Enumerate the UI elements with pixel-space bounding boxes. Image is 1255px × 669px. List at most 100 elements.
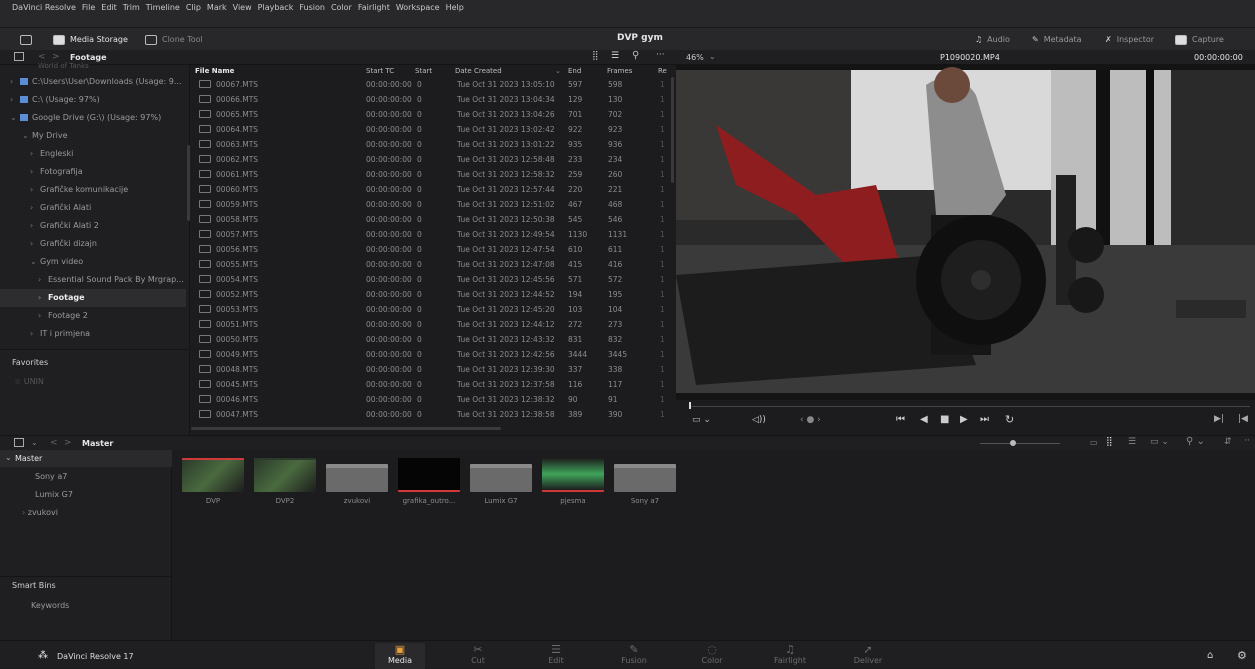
tree-item[interactable]: › Essential Sound Pack By Mrgrap...	[0, 271, 186, 289]
play-reverse-icon[interactable]: ◀	[920, 414, 928, 425]
table-row[interactable]: 00045.MTS 00:00:00:00 0 Tue Oct 31 2023 12:…	[191, 377, 675, 392]
table-row[interactable]: 00050.MTS 00:00:00:00 0 Tue Oct 31 2023 12:…	[191, 332, 675, 347]
menu-item-color[interactable]: Color	[331, 3, 352, 12]
bin-sony-a7[interactable]: Sony a7	[35, 472, 67, 481]
table-row[interactable]: 00059.MTS 00:00:00:00 0 Tue Oct 31 2023 12:…	[191, 197, 675, 212]
stop-icon[interactable]: ■	[940, 414, 949, 425]
bin-zvukovi[interactable]: › zvukovi	[22, 508, 58, 517]
jog-icon[interactable]: ‹ ● ›	[800, 415, 821, 425]
list-view-icon[interactable]: ☰	[611, 51, 619, 61]
scrubber-bar[interactable]	[690, 406, 1250, 407]
metadata-button[interactable]: ✎ Metadata	[1032, 32, 1082, 47]
page-tab-fusion[interactable]: ✎ Fusion	[609, 643, 659, 669]
go-to-start-icon[interactable]: ⏮	[896, 414, 905, 425]
play-icon[interactable]: ▶	[960, 414, 968, 425]
chevron-right-icon[interactable]: ›	[38, 307, 48, 325]
table-row[interactable]: 00049.MTS 00:00:00:00 0 Tue Oct 31 2023 12:…	[191, 347, 675, 362]
playhead[interactable]	[689, 402, 691, 409]
menu-item-fusion[interactable]: Fusion	[299, 3, 325, 12]
menu-item-trim[interactable]: Trim	[123, 3, 140, 12]
tree-item[interactable]: › Engleski	[0, 145, 186, 163]
list-view-icon[interactable]: ☰	[1128, 437, 1136, 447]
table-row[interactable]: 00048.MTS 00:00:00:00 0 Tue Oct 31 2023 12:…	[191, 362, 675, 377]
tree-item[interactable]: › Footage	[0, 289, 186, 307]
search-icon[interactable]: ⚲	[632, 50, 639, 61]
home-icon[interactable]: ⌂	[1207, 650, 1213, 661]
chevron-right-icon[interactable]: ›	[30, 325, 40, 343]
table-row[interactable]: 00047.MTS 00:00:00:00 0 Tue Oct 31 2023 12:…	[191, 407, 675, 422]
audio-button[interactable]: ♫ Audio	[975, 32, 1010, 47]
favorite-item[interactable]: ☆ UNIN	[14, 377, 44, 386]
col-date-created[interactable]: Date Created	[455, 67, 502, 75]
table-row[interactable]: 00052.MTS 00:00:00:00 0 Tue Oct 31 2023 12:…	[191, 287, 675, 302]
menu-item-view[interactable]: View	[233, 3, 252, 12]
col-file-name[interactable]: File Name	[195, 67, 234, 75]
table-row[interactable]: 00056.MTS 00:00:00:00 0 Tue Oct 31 2023 12:…	[191, 242, 675, 257]
layout-toggle-button[interactable]	[20, 32, 37, 47]
tree-scrollbar[interactable]	[187, 145, 190, 221]
menu-item-edit[interactable]: Edit	[101, 3, 117, 12]
page-tab-deliver[interactable]: ➚ Deliver	[843, 643, 893, 669]
slider-handle[interactable]	[1010, 440, 1016, 446]
source-viewer[interactable]	[676, 65, 1255, 400]
pool-clip[interactable]: DVP2	[254, 458, 316, 505]
menu-item-clip[interactable]: Clip	[186, 3, 201, 12]
thumbnail-size-slider[interactable]	[980, 443, 1060, 444]
tree-item[interactable]: › C:\Users\User\Downloads (Usage: 9...	[0, 73, 186, 91]
table-row[interactable]: 00067.MTS 00:00:00:00 0 Tue Oct 31 2023 13:…	[191, 77, 675, 92]
table-row[interactable]: 00064.MTS 00:00:00:00 0 Tue Oct 31 2023 13:…	[191, 122, 675, 137]
chevron-down-icon[interactable]: ⌄	[709, 52, 716, 61]
grid-view-icon[interactable]: ⣿	[592, 51, 599, 61]
media-storage-button[interactable]: Media Storage	[53, 32, 128, 47]
chevron-right-icon[interactable]: ›	[10, 73, 20, 91]
chevron-down-icon[interactable]: ⌄	[22, 127, 32, 145]
chevron-right-icon[interactable]: ›	[30, 163, 40, 181]
chevron-right-icon[interactable]: ›	[10, 91, 20, 109]
chevron-right-icon[interactable]: ›	[38, 271, 48, 289]
table-row[interactable]: 00054.MTS 00:00:00:00 0 Tue Oct 31 2023 12:…	[191, 272, 675, 287]
thumbnail-view-icon[interactable]: ⣿	[1106, 437, 1113, 447]
pool-clip[interactable]: zvukovi	[326, 458, 388, 505]
page-tab-media[interactable]: ▣ Media	[375, 643, 425, 669]
chevron-down-icon[interactable]: ⌄	[30, 253, 40, 271]
tree-item[interactable]: › IT i primjena	[0, 325, 186, 343]
sidebar-toggle-icon[interactable]	[14, 52, 24, 61]
settings-gear-icon[interactable]: ⚙	[1237, 649, 1247, 662]
pool-more-icon[interactable]: ··	[1244, 436, 1250, 446]
page-tab-cut[interactable]: ✂ Cut	[453, 643, 503, 669]
table-row[interactable]: 00055.MTS 00:00:00:00 0 Tue Oct 31 2023 12:…	[191, 257, 675, 272]
menu-item-workspace[interactable]: Workspace	[396, 3, 440, 12]
page-tab-edit[interactable]: ☰ Edit	[531, 643, 581, 669]
chevron-right-icon[interactable]: ›	[30, 145, 40, 163]
filmstrip-view-icon[interactable]: ▭ ⌄	[1150, 437, 1169, 447]
menu-item-file[interactable]: File	[82, 3, 95, 12]
sort-icon[interactable]: ⇵	[1224, 437, 1232, 447]
menu-item-fairlight[interactable]: Fairlight	[358, 3, 390, 12]
pool-clip[interactable]: Lumix G7	[470, 458, 532, 505]
pool-clip[interactable]: grafika_outro...	[398, 458, 460, 505]
tree-item[interactable]: › Footage 2	[0, 307, 186, 325]
table-row[interactable]: 00057.MTS 00:00:00:00 0 Tue Oct 31 2023 12:…	[191, 227, 675, 242]
volume-icon[interactable]: ◁))	[752, 415, 766, 425]
menu-item-davinci-resolve[interactable]: DaVinci Resolve	[12, 3, 76, 12]
table-row[interactable]: 00061.MTS 00:00:00:00 0 Tue Oct 31 2023 12:…	[191, 167, 675, 182]
table-row[interactable]: 00051.MTS 00:00:00:00 0 Tue Oct 31 2023 12:…	[191, 317, 675, 332]
tree-item[interactable]: ⌄ Gym video	[0, 253, 186, 271]
more-options-icon[interactable]: ···	[656, 50, 665, 60]
col-re[interactable]: Re	[658, 67, 667, 75]
pool-forward-icon[interactable]: >	[64, 438, 72, 448]
table-row[interactable]: 00063.MTS 00:00:00:00 0 Tue Oct 31 2023 13:…	[191, 137, 675, 152]
metadata-view-icon[interactable]: ▭	[1090, 438, 1098, 447]
loop-icon[interactable]: ↻	[1005, 413, 1014, 426]
vertical-scrollbar[interactable]	[671, 77, 674, 183]
page-tab-fairlight[interactable]: ♫ Fairlight	[765, 643, 815, 669]
bin-master[interactable]: ⌄ Master	[0, 450, 172, 467]
pool-clip[interactable]: pjesma	[542, 458, 604, 505]
table-row[interactable]: 00053.MTS 00:00:00:00 0 Tue Oct 31 2023 12:…	[191, 302, 675, 317]
go-to-end-icon[interactable]: ⏭	[980, 414, 989, 425]
menu-item-help[interactable]: Help	[446, 3, 464, 12]
tree-item[interactable]: › C:\ (Usage: 97%)	[0, 91, 186, 109]
viewer-mode-icon[interactable]: ▭ ⌄	[692, 415, 711, 425]
table-row[interactable]: 00065.MTS 00:00:00:00 0 Tue Oct 31 2023 13:…	[191, 107, 675, 122]
pool-clip[interactable]: Sony a7	[614, 458, 676, 505]
